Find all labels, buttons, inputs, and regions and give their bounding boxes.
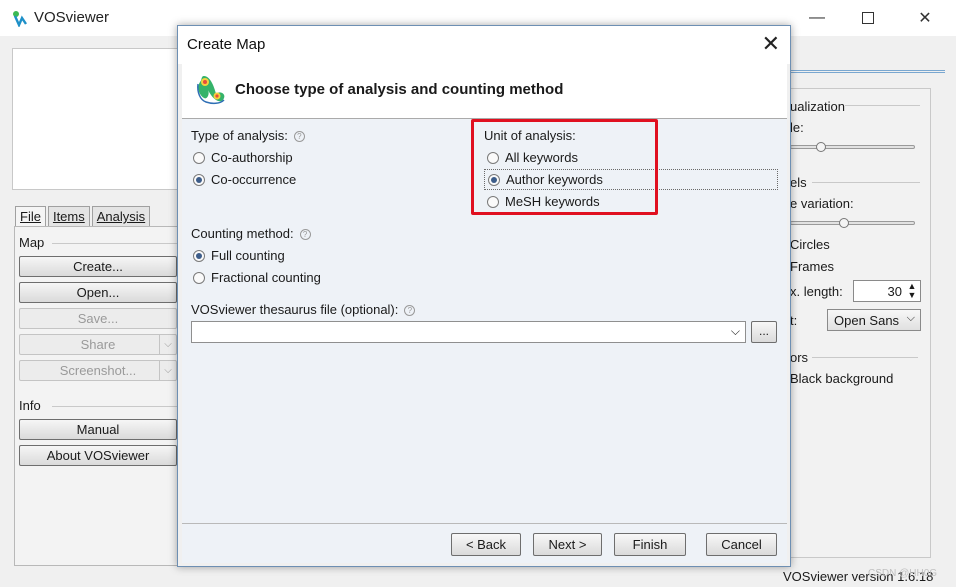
map-group-divider — [52, 243, 178, 244]
size-variation-slider[interactable] — [790, 221, 915, 225]
file-tab-panel — [14, 226, 184, 566]
scale-label: le: — [790, 120, 804, 135]
create-map-dialog: Create Map ✕ Choose type of analysis and… — [177, 25, 791, 567]
font-label: t: — [790, 313, 798, 328]
scale-slider[interactable] — [790, 145, 915, 149]
back-button[interactable]: < Back — [451, 533, 521, 556]
right-panel-header-line — [780, 70, 945, 73]
maximize-icon — [862, 12, 874, 24]
co-occurrence-radio[interactable]: Co-occurrence — [193, 172, 296, 187]
share-button-label: Share — [80, 337, 116, 352]
type-of-analysis-label: Type of analysis:? — [191, 128, 305, 143]
spinner-arrows-icon[interactable]: ▲ ▼ — [906, 282, 918, 300]
chevron-down-icon: ⌵ — [159, 335, 176, 354]
save-button[interactable]: Save... — [19, 308, 177, 329]
scale-slider-handle[interactable] — [816, 142, 826, 152]
chevron-down-icon: ⌵ — [730, 324, 740, 338]
radio-checked-icon — [193, 249, 205, 262]
close-icon[interactable]: ✕ — [762, 31, 780, 57]
next-button[interactable]: Next > — [533, 533, 602, 556]
radio-checked-icon — [193, 173, 205, 186]
dialog-title-bar: Create Map ✕ — [178, 26, 790, 64]
labels-group-label: els — [790, 175, 807, 190]
tab-items[interactable]: Items — [47, 206, 90, 227]
size-variation-label: e variation: — [790, 196, 854, 211]
vosviewer-logo-icon — [13, 11, 27, 27]
help-icon[interactable]: ? — [293, 131, 305, 142]
colors-divider — [812, 357, 918, 358]
help-icon[interactable]: ? — [299, 229, 311, 240]
max-length-value: 30 — [887, 284, 902, 299]
cancel-button[interactable]: Cancel — [706, 533, 777, 556]
share-button[interactable]: Share ⌵ — [19, 334, 177, 355]
size-variation-slider-handle[interactable] — [839, 218, 849, 228]
labels-divider — [812, 182, 920, 183]
screenshot-button[interactable]: Screenshot... ⌵ — [19, 360, 177, 381]
fractional-counting-radio[interactable]: Fractional counting — [193, 270, 321, 285]
visualization-divider — [845, 105, 920, 106]
black-background-option[interactable]: Black background — [790, 371, 893, 386]
tab-file[interactable]: File — [15, 206, 46, 227]
tab-analysis[interactable]: Analysis — [91, 206, 151, 227]
max-length-label: x. length: — [790, 284, 843, 299]
screenshot-button-label: Screenshot... — [59, 363, 137, 378]
watermark-text: CSDN @HH0G — [868, 568, 938, 579]
font-select[interactable]: Open Sans ⌵ — [827, 309, 921, 331]
finish-button[interactable]: Finish — [614, 533, 686, 556]
map-group-label: Map — [19, 235, 45, 250]
create-button[interactable]: Create... — [19, 256, 177, 277]
thesaurus-file-select[interactable]: ⌵ — [191, 321, 746, 343]
about-button[interactable]: About VOSviewer — [19, 445, 177, 466]
overview-panel — [12, 48, 184, 190]
red-highlight-annotation — [471, 119, 658, 215]
left-tabs: File Items Analysis — [15, 206, 151, 227]
info-group-label: Info — [19, 398, 41, 413]
chevron-down-icon: ⌵ — [906, 312, 915, 324]
info-group-divider — [52, 406, 178, 407]
frames-option[interactable]: Frames — [790, 259, 834, 274]
help-icon[interactable]: ? — [404, 305, 416, 316]
radio-icon — [193, 151, 205, 164]
open-button[interactable]: Open... — [19, 282, 177, 303]
visualization-group-label: ualization — [790, 99, 845, 114]
co-authorship-radio[interactable]: Co-authorship — [193, 150, 293, 165]
close-window-button[interactable]: ✕ — [902, 0, 948, 36]
minimize-button[interactable]: — — [794, 0, 840, 36]
font-select-value: Open Sans — [834, 313, 900, 328]
chevron-down-icon: ⌵ — [159, 361, 176, 380]
dialog-step-title: Choose type of analysis and counting met… — [235, 81, 564, 98]
manual-button[interactable]: Manual — [19, 419, 177, 440]
radio-icon — [193, 271, 205, 284]
browse-button[interactable]: ... — [751, 321, 777, 343]
maximize-button[interactable] — [845, 0, 891, 36]
dialog-header: Choose type of analysis and counting met… — [182, 64, 787, 118]
app-title: VOSviewer — [34, 9, 110, 26]
vosviewer-logo-icon — [197, 76, 225, 105]
counting-method-label: Counting method:? — [191, 226, 311, 241]
thesaurus-label: VOSviewer thesaurus file (optional):? — [191, 302, 416, 317]
full-counting-radio[interactable]: Full counting — [193, 248, 285, 263]
max-length-spinner[interactable]: 30 ▲ ▼ — [853, 280, 921, 302]
colors-group-label: ors — [790, 350, 809, 365]
circles-option[interactable]: Circles — [790, 237, 830, 252]
dialog-title: Create Map — [187, 36, 266, 53]
